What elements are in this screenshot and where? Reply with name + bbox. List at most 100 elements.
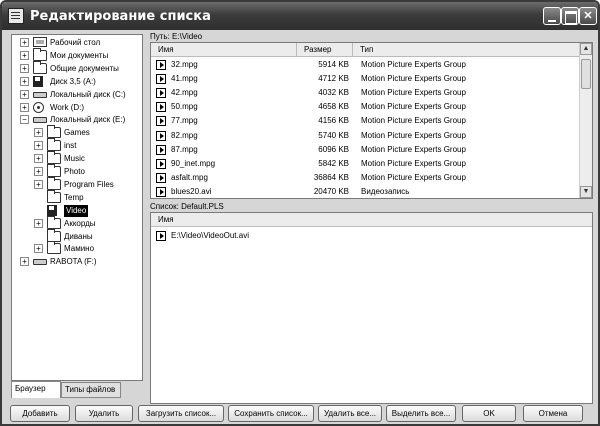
ok-button[interactable]: OK <box>462 405 516 422</box>
playlist[interactable]: Имя E:\Video\VideoOut.avi <box>150 212 593 404</box>
file-name: 90_inet.mpg <box>171 158 216 168</box>
minimize-button[interactable] <box>543 7 561 25</box>
save-list-button[interactable]: Сохранить список... <box>228 405 314 422</box>
tree-item-label: Music <box>64 154 85 164</box>
tree-item-label: Диваны <box>64 231 93 241</box>
expand-icon[interactable]: + <box>20 38 29 47</box>
scroll-down-arrow-icon[interactable]: ▼ <box>580 186 592 198</box>
file-size: 4032 KB <box>318 88 349 98</box>
table-row[interactable]: blues20.avi 20470 KB Видеозапись <box>151 185 579 199</box>
folder-icon <box>33 60 47 74</box>
tree-item-label: Мамино <box>64 244 95 254</box>
expand-icon[interactable]: + <box>20 63 29 73</box>
collapse-icon[interactable]: − <box>20 115 29 125</box>
file-name: blues20.avi <box>171 186 212 196</box>
expand-icon[interactable]: + <box>34 179 43 189</box>
tree-item[interactable]: + Общие документы <box>12 60 142 75</box>
folder-icon <box>47 138 61 152</box>
music-folder-icon <box>47 151 61 165</box>
tree-item[interactable]: + Рабочий стол <box>12 37 142 49</box>
tab-file-types[interactable]: Типы файлов <box>61 382 121 398</box>
file-type: Motion Picture Experts Group <box>361 130 466 140</box>
tree-item-label: Мои документы <box>50 50 109 60</box>
file-type: Видеозапись <box>361 186 410 196</box>
video-folder-icon <box>47 204 57 216</box>
tree-item[interactable]: + RABOTA (F:) <box>12 256 142 268</box>
column-header-name[interactable]: Имя <box>151 43 297 57</box>
expand-icon[interactable]: + <box>20 50 29 60</box>
tree-item-label: RABOTA (F:) <box>50 257 97 267</box>
scroll-thumb[interactable] <box>581 59 591 89</box>
table-row[interactable]: asfalt.mpg 36864 KB Motion Picture Experts… <box>151 171 579 185</box>
delete-all-button[interactable]: Удалить все... <box>318 405 382 422</box>
folder-icon <box>47 241 61 255</box>
media-file-icon <box>156 144 166 155</box>
add-button[interactable]: Добавить <box>10 405 70 422</box>
tree-item[interactable]: + Games <box>12 125 142 139</box>
column-header-size[interactable]: Размер <box>297 43 353 57</box>
scroll-up-arrow-icon[interactable]: ▲ <box>580 43 592 55</box>
expand-icon[interactable]: + <box>34 167 43 176</box>
playlist-label: Список: Default.PLS <box>150 202 224 211</box>
tree-item[interactable]: + Program Files <box>12 176 142 191</box>
tree-item[interactable]: + Мамино <box>12 241 142 255</box>
folder-icon <box>33 47 47 61</box>
playlist-item-path: E:\Video\VideoOut.avi <box>171 231 249 240</box>
file-size: 20470 KB <box>313 186 349 196</box>
file-list-scrollbar[interactable]: ▲ ▼ <box>579 43 592 198</box>
media-file-icon <box>156 186 166 197</box>
load-list-button[interactable]: Загрузить список... <box>138 405 224 422</box>
tree-item[interactable]: + inst <box>12 138 142 152</box>
expand-icon[interactable]: + <box>20 89 29 99</box>
expand-icon[interactable]: + <box>20 76 29 86</box>
expand-icon[interactable]: + <box>34 141 43 151</box>
table-row[interactable]: 32.mpg 5914 KB Motion Picture Experts Grou… <box>151 58 579 72</box>
expand-icon[interactable]: + <box>20 102 29 112</box>
table-row[interactable]: 90_inet.mpg 5842 KB Motion Picture Experts… <box>151 157 579 171</box>
file-type: Motion Picture Experts Group <box>361 88 466 98</box>
file-type: Motion Picture Experts Group <box>361 144 466 154</box>
maximize-button[interactable] <box>561 7 579 25</box>
tree-item[interactable]: + Локальный диск (C:) <box>12 89 142 101</box>
cancel-button[interactable]: Отмена <box>523 405 583 422</box>
folder-icon <box>47 176 61 190</box>
table-row[interactable]: 82.mpg 5740 KB Motion Picture Experts Grou… <box>151 129 579 143</box>
file-name: 42.mpg <box>171 88 198 98</box>
hard-drive-icon <box>33 117 47 124</box>
tree-item-label: Temp <box>64 192 84 202</box>
table-row[interactable]: 42.mpg 4032 KB Motion Picture Experts Grou… <box>151 86 579 100</box>
column-header-name[interactable]: Имя <box>151 213 594 227</box>
tree-item[interactable]: Диваны <box>12 228 142 243</box>
tree-item[interactable]: Temp <box>12 189 142 204</box>
photo-folder-icon <box>47 164 61 177</box>
table-row[interactable]: 87.mpg 6096 KB Motion Picture Experts Grou… <box>151 143 579 157</box>
table-row[interactable]: 41.mpg 4712 KB Motion Picture Experts Grou… <box>151 72 579 86</box>
expand-icon[interactable]: + <box>34 154 43 164</box>
tree-item[interactable]: Video <box>12 204 142 217</box>
folder-tree[interactable]: + Рабочий стол + Мои документы + Общие докуме… <box>11 34 143 381</box>
column-header-type[interactable]: Тип <box>353 43 580 57</box>
table-row[interactable]: 77.mpg 4156 KB Motion Picture Experts Grou… <box>151 114 579 128</box>
tree-item[interactable]: + Work (D:) <box>12 101 142 114</box>
folder-icon <box>47 228 61 242</box>
tree-item-label: Локальный диск (C:) <box>50 89 126 99</box>
file-list[interactable]: Имя Размер Тип 32.mpg 5914 KB Motion Pictu… <box>150 42 593 199</box>
tree-item[interactable]: − Локальный диск (E:) <box>12 114 142 126</box>
tree-item[interactable]: + Диск 3,5 (A:) <box>12 75 142 88</box>
expand-icon[interactable]: + <box>34 218 43 228</box>
tree-item[interactable]: + Music <box>12 151 142 165</box>
tree-item[interactable]: + Аккорды <box>12 215 142 230</box>
table-row[interactable]: 50.mpg 4658 KB Motion Picture Experts Grou… <box>151 100 579 114</box>
select-all-button[interactable]: Выделить все... <box>386 405 456 422</box>
desktop-icon <box>33 37 47 47</box>
tree-item[interactable]: + Мои документы <box>12 47 142 62</box>
expand-icon[interactable]: + <box>34 128 43 138</box>
list-item[interactable]: E:\Video\VideoOut.avi <box>151 229 591 243</box>
file-name: 77.mpg <box>171 116 198 126</box>
delete-button[interactable]: Удалить <box>75 405 133 422</box>
expand-icon[interactable]: + <box>20 257 29 267</box>
tab-browser[interactable]: Браузер <box>11 381 61 398</box>
expand-icon[interactable]: + <box>34 244 43 254</box>
close-button[interactable]: ✕ <box>579 7 597 25</box>
tree-item[interactable]: + Photo <box>12 164 142 178</box>
